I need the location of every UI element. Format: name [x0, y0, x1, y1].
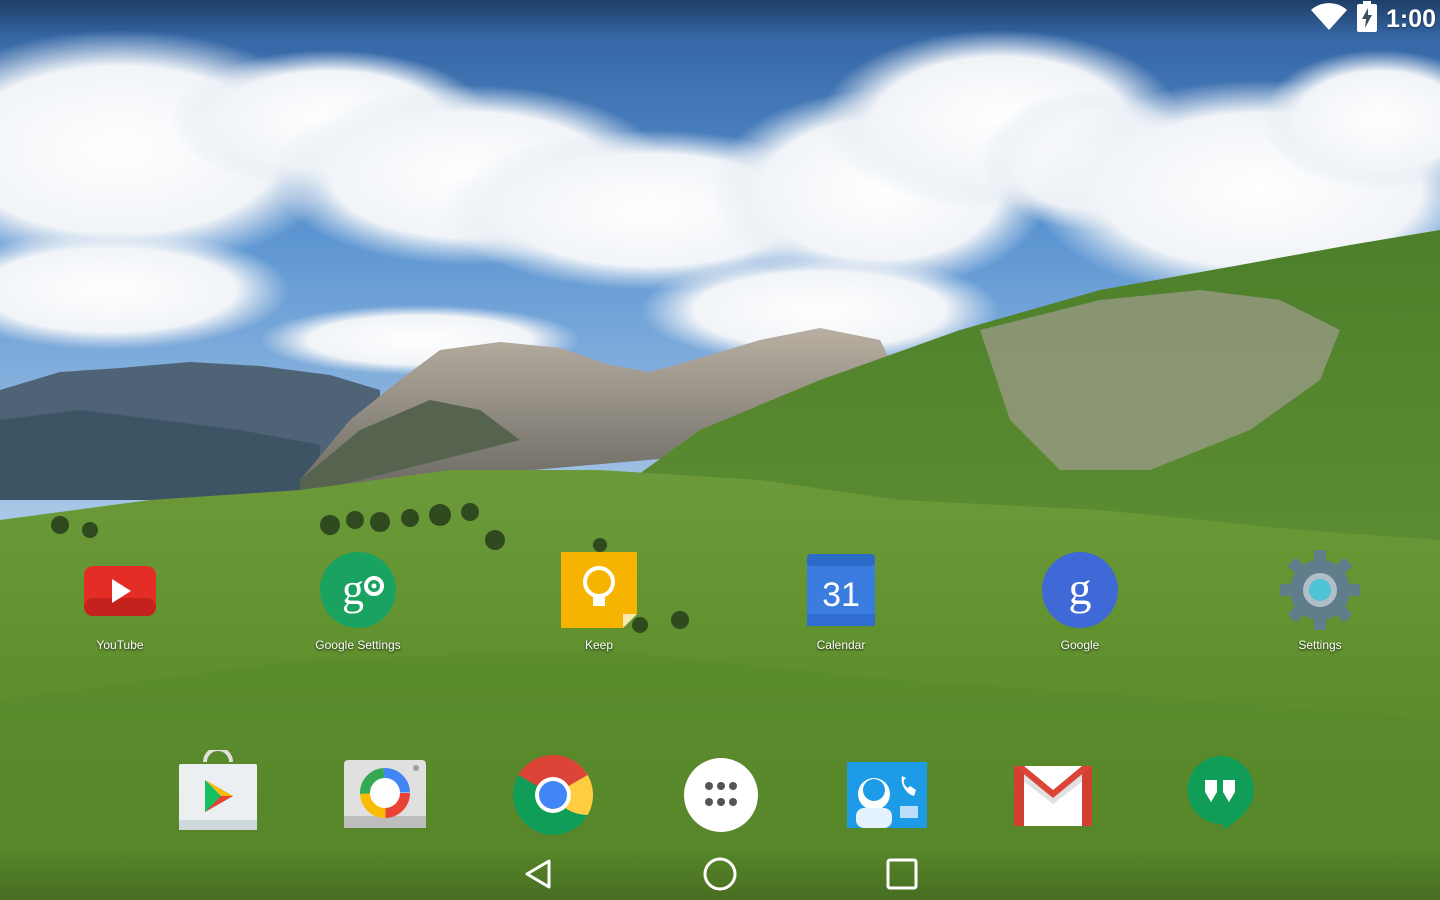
app-youtube[interactable]: YouTube: [50, 548, 190, 652]
app-label: Settings: [1298, 638, 1342, 652]
phone-contacts-icon: [847, 762, 927, 828]
chrome-icon: [513, 755, 593, 835]
youtube-icon: [84, 566, 156, 616]
dock-photos[interactable]: [340, 750, 430, 840]
calendar-date: 31: [822, 576, 860, 614]
photos-icon: [344, 760, 426, 828]
status-bar: 1:00: [0, 0, 1440, 38]
app-drawer-icon: [684, 758, 758, 832]
app-label: Google Settings: [315, 638, 401, 652]
recents-icon: [886, 858, 918, 890]
status-clock: 1:00: [1385, 4, 1436, 33]
dock-hangouts[interactable]: [1175, 750, 1265, 840]
google-icon: g: [1042, 552, 1118, 628]
app-google[interactable]: g Google: [1010, 548, 1150, 652]
dock-play-store[interactable]: [173, 750, 263, 840]
app-label: Google: [1060, 638, 1100, 652]
app-google-settings[interactable]: g Google Settings: [288, 548, 428, 652]
battery-charging-icon: [1356, 1, 1378, 37]
wifi-icon: [1310, 2, 1348, 36]
app-calendar[interactable]: 31 Calendar: [771, 548, 911, 652]
app-label: YouTube: [96, 638, 144, 652]
app-settings[interactable]: Settings: [1250, 548, 1390, 652]
status-icons: 1:00: [1310, 1, 1436, 37]
dock-chrome[interactable]: [508, 750, 598, 840]
app-label: Keep: [584, 638, 614, 652]
keep-icon: [561, 552, 637, 628]
home-icon: [703, 857, 737, 891]
app-keep[interactable]: Keep: [529, 548, 669, 652]
svg-text:g: g: [1069, 563, 1092, 614]
hangouts-icon: [1187, 756, 1254, 830]
gmail-icon: [1014, 766, 1092, 826]
back-icon: [525, 859, 551, 889]
dock-phone-contacts[interactable]: [842, 750, 932, 840]
back-button[interactable]: [514, 854, 562, 894]
recents-button[interactable]: [878, 854, 926, 894]
play-store-icon: [179, 750, 257, 830]
app-label: Calendar: [816, 638, 866, 652]
home-button[interactable]: [696, 854, 744, 894]
dock-gmail[interactable]: [1008, 750, 1098, 840]
google-settings-icon: g: [320, 552, 396, 628]
svg-text:g: g: [342, 565, 364, 614]
calendar-icon: 31: [807, 554, 875, 626]
home-screen: 1:00 YouTube g Google Settings Keep 31 C…: [0, 0, 1440, 900]
settings-icon: [1280, 550, 1360, 630]
navigation-bar: [0, 848, 1440, 900]
dock-app-drawer[interactable]: [676, 750, 766, 840]
